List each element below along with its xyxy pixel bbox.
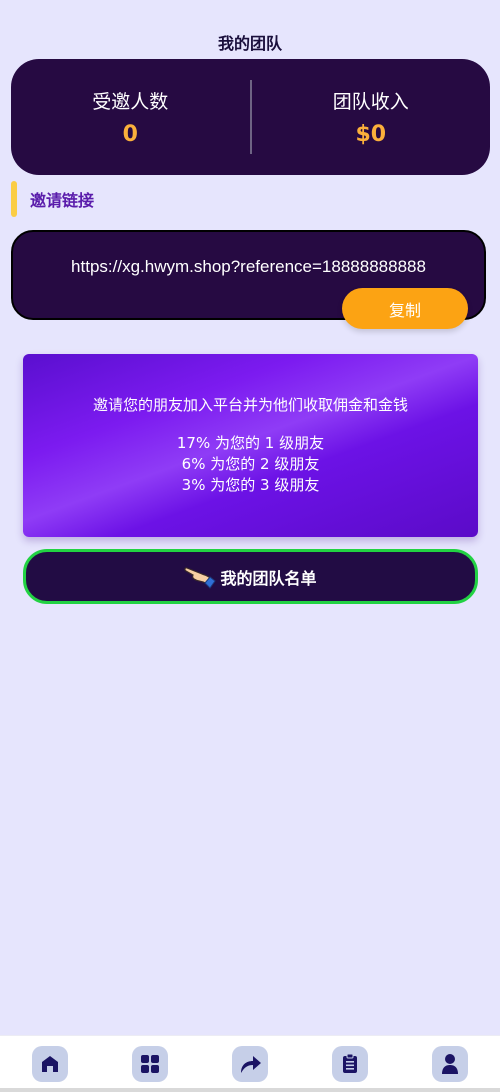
pointing-hand-icon [184,566,217,589]
tab-grid[interactable] [132,1046,168,1082]
clipboard-icon [343,1053,357,1073]
team-list-button[interactable]: 我的团队名单 [23,549,478,604]
section-accent-bar [11,181,17,217]
bottom-edge-strip [0,1088,500,1092]
promo-line-level-1: 17% 为您的 1 级朋友 [176,434,325,452]
invited-value: 0 [122,122,138,147]
grid-icon [141,1055,159,1073]
promo-line-level-3: 3% 为您的 3 级朋友 [181,476,320,494]
invite-section-header: 邀请链接 [11,181,94,217]
user-icon [442,1054,458,1074]
promo-lines: 17% 为您的 1 级朋友 6% 为您的 2 级朋友 3% 为您的 3 级朋友 [23,433,478,496]
page: 我的团队 受邀人数 0 团队收入 $0 邀请链接 https://xg.hwym… [0,0,500,1092]
income-value: $0 [355,122,387,147]
invited-stat: 受邀人数 0 [11,87,250,147]
page-title: 我的团队 [217,34,282,53]
team-list-label: 我的团队名单 [220,568,317,588]
promo-card: 邀请您的朋友加入平台并为他们收取佣金和金钱 17% 为您的 1 级朋友 6% 为… [23,354,478,537]
invite-link-text: https://xg.hwym.shop?reference=188888888… [71,257,426,276]
invite-section-title: 邀请链接 [30,191,95,210]
copy-button[interactable]: 复制 [342,288,468,329]
tab-orders[interactable] [332,1046,368,1082]
promo-line-level-2: 6% 为您的 2 级朋友 [181,455,320,473]
share-arrow-icon [241,1056,261,1073]
income-label: 团队收入 [332,91,409,113]
stats-card: 受邀人数 0 团队收入 $0 [11,59,490,175]
bottom-tabbar [0,1035,500,1092]
tab-profile[interactable] [432,1046,468,1082]
tab-home[interactable] [32,1046,68,1082]
tab-share[interactable] [232,1046,268,1082]
invited-label: 受邀人数 [92,91,169,113]
home-icon [42,1056,58,1072]
promo-title: 邀请您的朋友加入平台并为他们收取佣金和金钱 [92,396,408,414]
income-stat: 团队收入 $0 [252,87,491,147]
